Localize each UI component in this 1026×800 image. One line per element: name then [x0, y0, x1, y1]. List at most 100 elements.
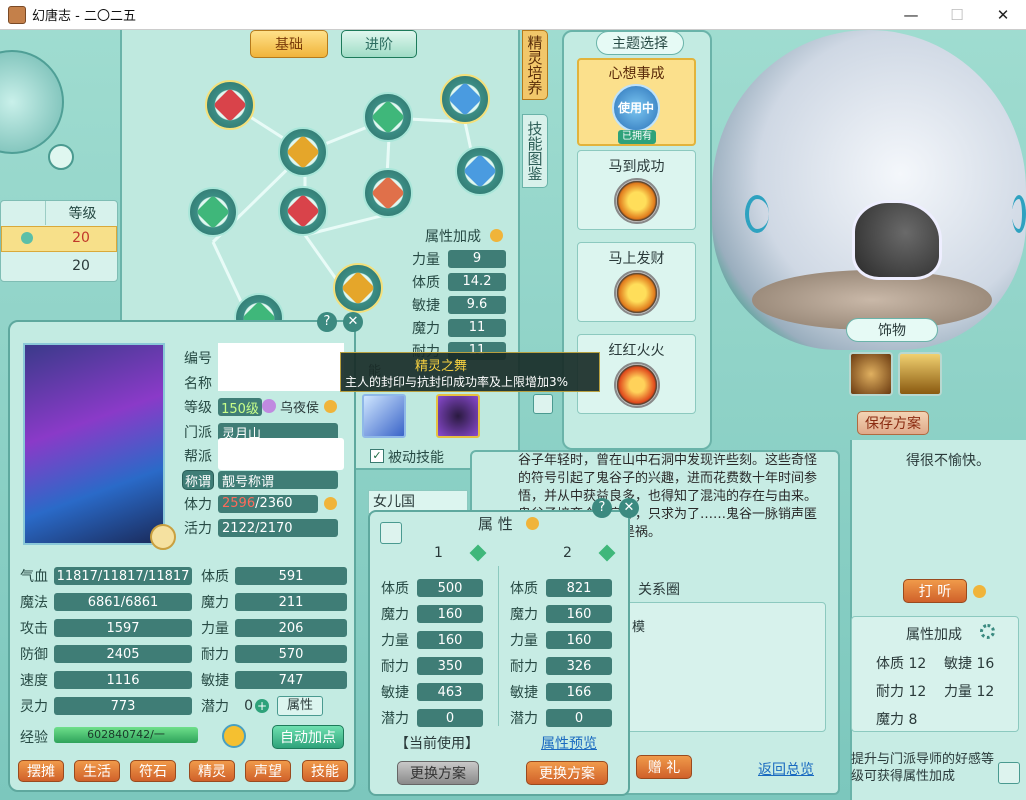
back-overview-link[interactable]: 返回总览	[758, 759, 814, 779]
attr-label: 潜力	[510, 711, 538, 727]
skill-node-1[interactable]	[205, 80, 255, 130]
bonus-row: 体质 14.2	[412, 271, 508, 292]
maximize-button[interactable]: ☐	[934, 0, 980, 30]
theme-in-use-badge: 使用中	[617, 101, 654, 115]
fortune-theme-icon	[614, 270, 660, 316]
bonus-row-value: 14.2	[448, 272, 506, 291]
skill-node-9[interactable]	[333, 263, 383, 313]
attr-label: 体质	[510, 581, 538, 597]
inquire-button[interactable]: 打 听	[903, 579, 967, 603]
tab-advanced[interactable]: 进阶	[341, 30, 417, 58]
ornament-slot-1[interactable]	[849, 352, 893, 396]
skill-icon-blue[interactable]	[362, 394, 406, 438]
tab-basic[interactable]: 基础	[250, 30, 328, 58]
attr-label: 魔力	[510, 607, 538, 623]
stat-row: 力量 206	[201, 615, 347, 641]
green-gem-icon	[371, 100, 405, 134]
attr-title-info-icon[interactable]	[526, 517, 539, 530]
gang-label: 帮派	[184, 449, 212, 465]
add-point-icon[interactable]: +	[255, 699, 269, 713]
gang-field	[218, 438, 344, 470]
close-icon[interactable]: ✕	[619, 498, 639, 518]
edit-icon-small[interactable]	[533, 394, 553, 414]
app-icon	[8, 5, 26, 24]
hp-info-icon[interactable]	[324, 497, 337, 510]
relation-label: 关系圈	[638, 582, 680, 598]
skill-node-3[interactable]	[363, 92, 413, 142]
stat-label: 力量	[201, 621, 229, 637]
attr-row: 力量 160	[510, 627, 618, 653]
skill-node-5[interactable]	[455, 146, 505, 196]
vitality-value: 2122/2170	[218, 519, 338, 537]
id-label: 编号	[184, 351, 212, 367]
title-bar: 幻唐志 - 二〇二五 — ☐ ✕	[0, 0, 1026, 30]
save-scheme-button[interactable]: 保存方案	[857, 411, 929, 435]
attr-row: 耐力 350	[381, 653, 489, 679]
help-icon[interactable]: ?	[592, 498, 612, 518]
skill-node-8[interactable]	[363, 168, 413, 218]
mount-info-icon[interactable]	[324, 400, 337, 413]
theme-item-name: 马到成功	[608, 159, 665, 175]
side-tab-spirit[interactable]: 精灵培养	[522, 30, 548, 100]
relation-box	[620, 602, 826, 732]
skill-node-7[interactable]	[278, 186, 328, 236]
skill-node-6[interactable]	[188, 187, 238, 237]
mount-value: 乌夜侯	[280, 401, 320, 416]
edit-icon[interactable]	[380, 522, 402, 544]
attr-row: 敏捷 166	[510, 679, 618, 705]
decorative-orb	[0, 50, 64, 154]
skills-button[interactable]: 技能	[302, 760, 348, 782]
close-icon[interactable]: ✕	[343, 312, 363, 332]
bonus-row: 力量 9	[412, 248, 508, 269]
gift-button[interactable]: 赠 礼	[636, 755, 692, 779]
info-icon[interactable]	[490, 229, 503, 242]
ornament-slot-2[interactable]	[898, 352, 942, 396]
favor-bonus-value: 12	[908, 656, 927, 672]
gold-gem-icon	[286, 135, 320, 169]
stall-button[interactable]: 摆摊	[18, 760, 64, 782]
life-button[interactable]: 生活	[74, 760, 120, 782]
stat-value: 11817/11817/11817	[54, 567, 192, 585]
favor-bonus-value: 12	[976, 684, 995, 700]
hp-max: /2360	[255, 496, 293, 511]
bonus-row-value: 11	[448, 318, 506, 337]
title-button[interactable]: 称谓	[182, 470, 214, 490]
stat-label: 防御	[20, 647, 48, 663]
rune-button[interactable]: 符石	[130, 760, 176, 782]
hp-current: 2596	[222, 496, 256, 511]
exp-bar: 602840742/一	[54, 727, 198, 743]
mood-text: 得很不愉快。	[906, 453, 990, 469]
reputation-button[interactable]: 声望	[245, 760, 291, 782]
stat-value: 206	[235, 619, 347, 637]
bonus-row-value: 9	[448, 249, 506, 268]
inquire-info-icon[interactable]	[973, 585, 986, 598]
stat-value: 747	[235, 671, 347, 689]
skill-icon-dance[interactable]	[436, 394, 480, 438]
auto-add-points-button[interactable]: 自动加点	[272, 725, 344, 749]
stat-value: 773	[54, 697, 192, 715]
help-icon[interactable]: ?	[317, 312, 337, 332]
side-tab-skills[interactable]: 技能图鉴	[522, 114, 548, 188]
gear-icon[interactable]	[980, 624, 995, 639]
edit-icon[interactable]	[998, 762, 1020, 784]
skill-node-4[interactable]	[440, 74, 490, 124]
orb-small-icon[interactable]	[48, 144, 74, 170]
attr-button[interactable]: 属性	[277, 696, 323, 716]
minimize-button[interactable]: —	[888, 0, 934, 30]
attr-panel-title: 属 性	[478, 515, 513, 533]
rotate-right-icon[interactable]	[1012, 195, 1026, 233]
passive-checkbox[interactable]: ✓	[370, 449, 384, 463]
rotate-left-icon[interactable]	[745, 195, 769, 233]
col-header-2: 2	[563, 545, 572, 561]
switch-scheme-button[interactable]: 更换方案	[526, 761, 608, 785]
skill-node-2[interactable]	[278, 127, 328, 177]
preview-link[interactable]: 属性预览	[541, 733, 597, 753]
switch-scheme-button-disabled[interactable]: 更换方案	[397, 761, 479, 785]
spirit-button[interactable]: 精灵	[189, 760, 235, 782]
attr-value: 160	[417, 631, 483, 649]
attr-row: 潜力 0	[381, 705, 489, 731]
close-window-button[interactable]: ✕	[980, 0, 1026, 30]
favor-bonus-row: 耐力 12 力量 12	[876, 681, 1016, 701]
bonus-list: 力量 9 体质 14.2 敏捷 9.6 魔力 11 耐力 11	[412, 248, 508, 361]
attr-label: 体质	[381, 581, 409, 597]
